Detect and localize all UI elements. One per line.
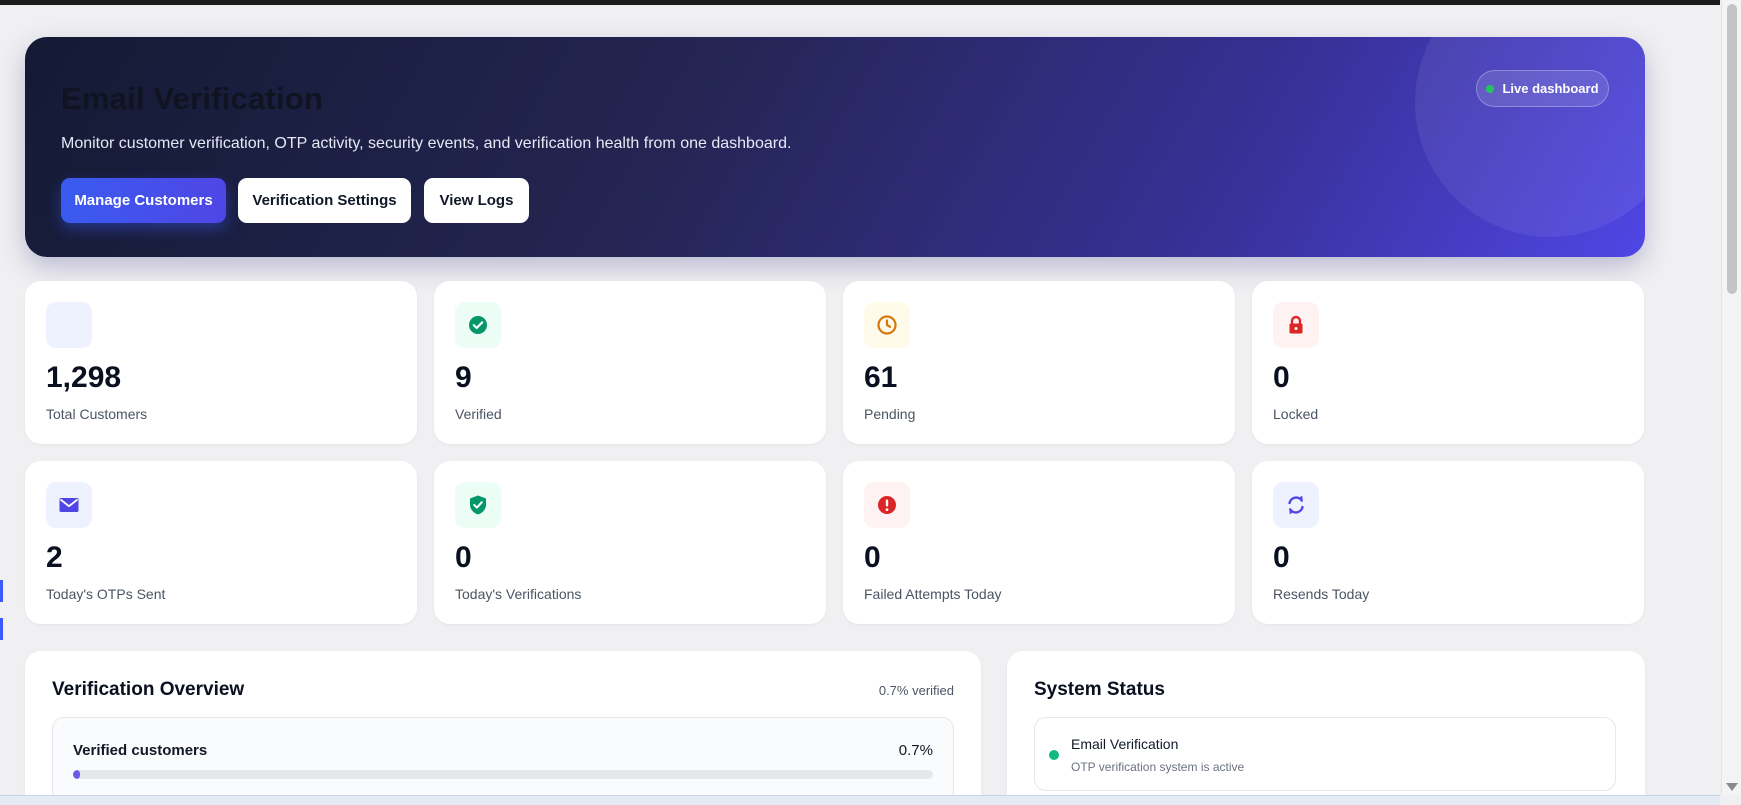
stat-card-pending: 61 Pending xyxy=(843,281,1235,444)
page-subtitle: Monitor customer verification, OTP activ… xyxy=(61,135,792,152)
status-item-email-verification: Email Verification OTP verification syst… xyxy=(1034,717,1616,791)
scroll-down-arrow-icon[interactable] xyxy=(1726,783,1738,791)
live-dashboard-badge: Live dashboard xyxy=(1476,70,1609,107)
stat-value: 1,298 xyxy=(46,361,122,394)
stat-value: 9 xyxy=(455,361,472,394)
stat-card-verified: 9 Verified xyxy=(434,281,826,444)
stat-value: 2 xyxy=(46,541,63,574)
stat-value: 61 xyxy=(864,361,898,394)
check-circle-icon xyxy=(455,302,501,348)
vertical-scrollbar[interactable] xyxy=(1721,0,1741,795)
stat-card-failed-attempts: 0 Failed Attempts Today xyxy=(843,461,1235,624)
side-indicator xyxy=(0,618,3,640)
scrollbar-thumb[interactable] xyxy=(1727,4,1737,294)
lock-icon xyxy=(1273,302,1319,348)
system-status-panel: System Status Email Verification OTP ver… xyxy=(1007,651,1645,805)
clock-icon xyxy=(864,302,910,348)
system-status-title: System Status xyxy=(1034,679,1165,700)
stat-card-locked: 0 Locked xyxy=(1252,281,1644,444)
stat-label: Pending xyxy=(864,406,916,422)
stat-card-resends: 0 Resends Today xyxy=(1252,461,1644,624)
stat-card-otps-sent: 2 Today's OTPs Sent xyxy=(25,461,417,624)
users-icon xyxy=(46,302,92,348)
hero-banner: Email Verification Monitor customer veri… xyxy=(25,37,1645,257)
manage-customers-button[interactable]: Manage Customers xyxy=(61,178,226,223)
progress-label: Verified customers xyxy=(73,742,208,759)
verified-customers-progress: Verified customers 0.7% xyxy=(52,717,954,805)
live-dashboard-label: Live dashboard xyxy=(1502,81,1599,96)
live-status-dot xyxy=(1486,84,1495,93)
status-item-description: OTP verification system is active xyxy=(1071,760,1245,774)
alert-circle-icon xyxy=(864,482,910,528)
stat-label: Failed Attempts Today xyxy=(864,586,1002,602)
stat-label: Verified xyxy=(455,406,502,422)
stat-value: 0 xyxy=(864,541,881,574)
page-title: Email Verification xyxy=(61,81,324,116)
overview-title: Verification Overview xyxy=(52,679,245,700)
progress-percent: 0.7% xyxy=(898,742,933,759)
status-item-name: Email Verification xyxy=(1071,736,1179,752)
progress-track xyxy=(73,770,933,779)
stat-label: Resends Today xyxy=(1273,586,1370,602)
shield-check-icon xyxy=(455,482,501,528)
side-indicator xyxy=(0,580,3,602)
view-logs-button[interactable]: View Logs xyxy=(424,178,529,223)
window-top-bar xyxy=(0,0,1720,5)
verification-settings-button[interactable]: Verification Settings xyxy=(238,178,411,223)
status-indicator-dot xyxy=(1049,750,1059,760)
stat-value: 0 xyxy=(1273,541,1290,574)
stat-value: 0 xyxy=(455,541,472,574)
stat-label: Today's Verifications xyxy=(455,586,582,602)
progress-fill xyxy=(73,770,80,779)
stat-value: 0 xyxy=(1273,361,1290,394)
bottom-bar xyxy=(0,795,1720,805)
stat-label: Today's OTPs Sent xyxy=(46,586,166,602)
stat-card-total-customers: 1,298 Total Customers xyxy=(25,281,417,444)
overview-verified-rate: 0.7% verified xyxy=(878,683,954,698)
stat-label: Total Customers xyxy=(46,406,148,422)
verification-overview-panel: Verification Overview 0.7% verified Veri… xyxy=(25,651,981,805)
envelope-icon xyxy=(46,482,92,528)
refresh-icon xyxy=(1273,482,1319,528)
hero-decoration xyxy=(1415,37,1645,237)
stat-card-todays-verifications: 0 Today's Verifications xyxy=(434,461,826,624)
stat-label: Locked xyxy=(1273,406,1319,422)
